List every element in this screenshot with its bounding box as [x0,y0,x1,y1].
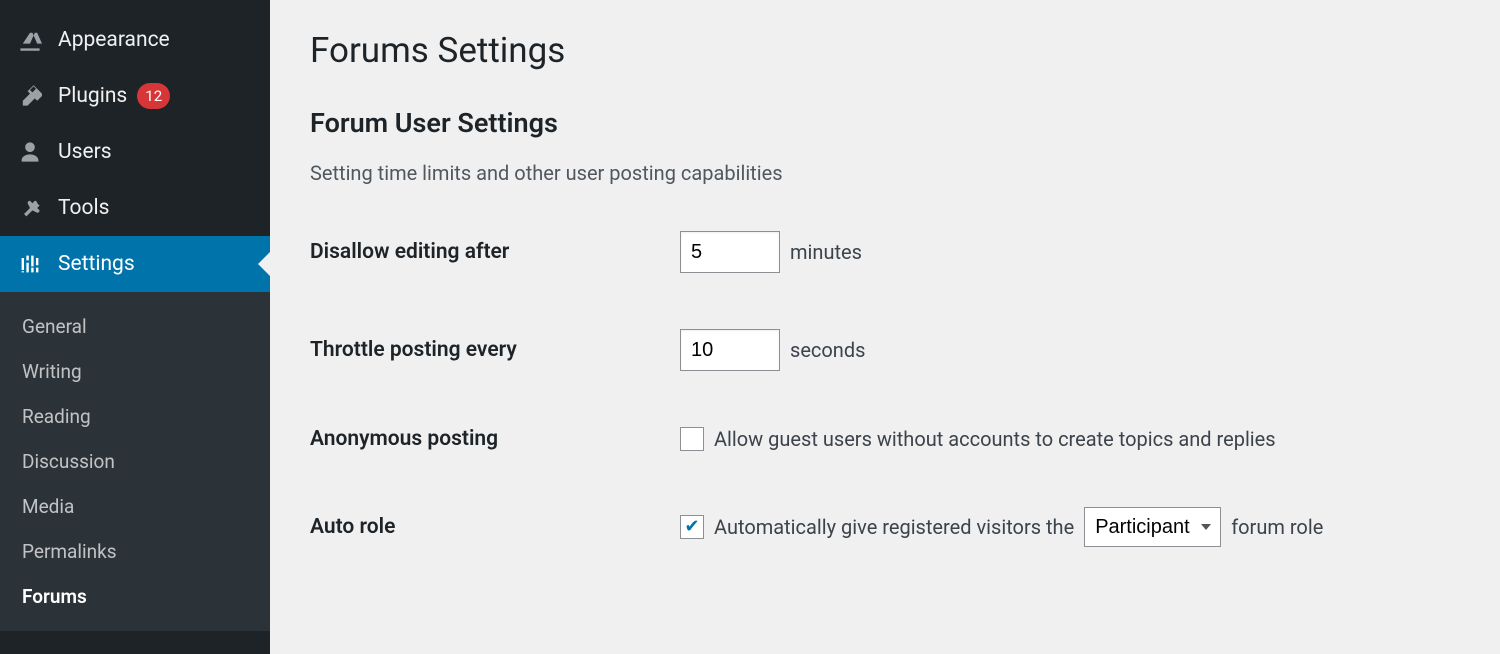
admin-sidebar: Appearance Plugins 12 Users Tools Settin… [0,0,270,654]
submenu-item-general[interactable]: General [0,304,270,349]
appearance-icon [16,26,44,54]
auto-role-checkbox[interactable] [680,515,704,539]
settings-icon [16,250,44,278]
field-row-auto-role: Auto role Automatically give registered … [310,507,1460,547]
sidebar-item-settings[interactable]: Settings [0,236,270,292]
sidebar-item-users[interactable]: Users [0,124,270,180]
section-description: Setting time limits and other user posti… [310,161,1460,185]
submenu-item-discussion[interactable]: Discussion [0,439,270,484]
auto-role-prefix: Automatically give registered visitors t… [714,515,1074,539]
sidebar-item-appearance[interactable]: Appearance [0,12,270,68]
sidebar-item-label: Plugins [58,84,127,108]
section-title: Forum User Settings [310,107,1460,139]
checkbox-label: Allow guest users without accounts to cr… [714,427,1276,451]
users-icon [16,138,44,166]
sidebar-item-label: Tools [58,196,109,220]
field-unit: minutes [790,240,862,264]
sidebar-item-label: Appearance [58,28,170,52]
field-label: Disallow editing after [310,240,680,264]
submenu-item-media[interactable]: Media [0,484,270,529]
field-label: Auto role [310,515,680,539]
sidebar-item-tools[interactable]: Tools [0,180,270,236]
auto-role-select[interactable]: Participant [1084,507,1221,547]
update-count-badge: 12 [137,83,170,109]
field-label: Anonymous posting [310,427,680,451]
submenu-item-reading[interactable]: Reading [0,394,270,439]
sidebar-item-plugins[interactable]: Plugins 12 [0,68,270,124]
field-unit: seconds [790,338,865,362]
settings-submenu: General Writing Reading Discussion Media… [0,292,270,631]
submenu-item-writing[interactable]: Writing [0,349,270,394]
field-row-disallow-editing: Disallow editing after minutes [310,231,1460,273]
tools-icon [16,194,44,222]
disallow-editing-input[interactable] [680,231,780,273]
auto-role-suffix: forum role [1231,515,1323,539]
field-row-throttle-posting: Throttle posting every seconds [310,329,1460,371]
anonymous-posting-checkbox[interactable] [680,427,704,451]
submenu-item-forums[interactable]: Forums [0,574,270,619]
sidebar-item-label: Settings [58,252,135,276]
page-title: Forums Settings [310,30,1460,71]
field-row-anonymous-posting: Anonymous posting Allow guest users with… [310,427,1460,451]
main-content: Forums Settings Forum User Settings Sett… [270,0,1500,654]
submenu-item-permalinks[interactable]: Permalinks [0,529,270,574]
field-label: Throttle posting every [310,338,680,362]
plugins-icon [16,82,44,110]
sidebar-item-label: Users [58,140,112,164]
throttle-posting-input[interactable] [680,329,780,371]
